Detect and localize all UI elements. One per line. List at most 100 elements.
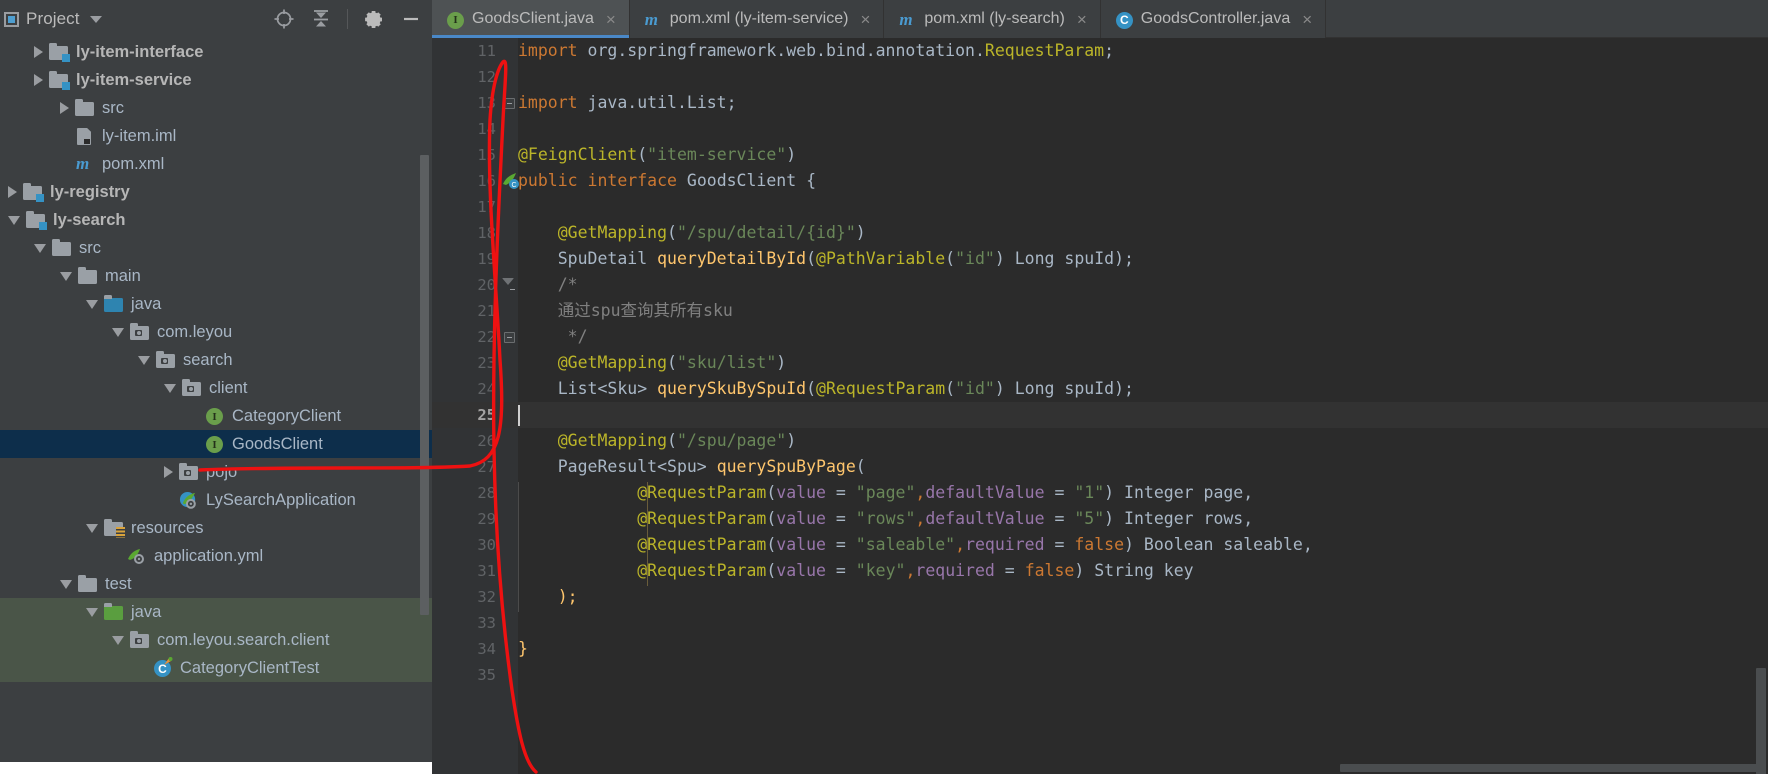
close-icon[interactable]: × xyxy=(606,11,616,28)
code-line-35[interactable]: 35 xyxy=(432,662,1768,688)
code-line-33[interactable]: 33 xyxy=(432,610,1768,636)
tree-item-ly-registry[interactable]: ly-registry xyxy=(0,178,432,206)
chevron-down-icon[interactable] xyxy=(138,355,150,365)
code-line-32[interactable]: 32 ); xyxy=(432,584,1768,610)
chevron-down-icon[interactable] xyxy=(86,299,98,309)
chevron-down-icon[interactable] xyxy=(112,635,124,645)
chevron-right-icon[interactable] xyxy=(8,186,17,198)
code-line-12[interactable]: 12 xyxy=(432,64,1768,90)
chevron-down-icon[interactable] xyxy=(164,383,176,393)
locate-crosshair-icon[interactable] xyxy=(273,8,295,30)
line-number: 31 xyxy=(477,562,496,580)
code-line-19[interactable]: 19 SpuDetail queryDetailById(@PathVariab… xyxy=(432,246,1768,272)
code-line-27[interactable]: 27 PageResult<Spu> querySpuByPage( xyxy=(432,454,1768,480)
chevron-right-icon[interactable] xyxy=(60,102,69,114)
chevron-down-icon[interactable] xyxy=(86,523,98,533)
chevron-down-icon[interactable] xyxy=(89,15,102,23)
editor-tab-pom-xml-ly-search-[interactable]: m pom.xml (ly-search) × xyxy=(884,0,1101,38)
code-line-13[interactable]: 13 import java.util.List; xyxy=(432,90,1768,116)
close-icon[interactable]: × xyxy=(860,11,870,28)
line-number: 21 xyxy=(477,302,496,320)
line-number: 35 xyxy=(477,666,496,684)
code-line-22[interactable]: 22 */ xyxy=(432,324,1768,350)
code-line-text: SpuDetail queryDetailById(@PathVariable(… xyxy=(518,249,1134,268)
code-line-21[interactable]: 21 通过spu查询其所有sku xyxy=(432,298,1768,324)
tree-item-test[interactable]: test xyxy=(0,570,432,598)
code-line-text: @GetMapping("/spu/page") xyxy=(518,431,797,450)
chevron-down-icon[interactable] xyxy=(8,215,20,225)
code-line-20[interactable]: 20 /* xyxy=(432,272,1768,298)
tree-item-ly-item-interface[interactable]: ly-item-interface xyxy=(0,38,432,66)
tree-item-src[interactable]: src xyxy=(0,234,432,262)
tree-item-lysearchapplication[interactable]: LySearchApplication xyxy=(0,486,432,514)
tree-item-src[interactable]: src xyxy=(0,94,432,122)
code-line-17[interactable]: 17 xyxy=(432,194,1768,220)
code-line-15[interactable]: 15 @FeignClient("item-service") xyxy=(432,142,1768,168)
code-line-24[interactable]: 24 List<Sku> querySkuBySpuId(@RequestPar… xyxy=(432,376,1768,402)
code-editor[interactable]: 11 import org.springframework.web.bind.an… xyxy=(432,38,1768,774)
editor-tab-bar[interactable]: I GoodsClient.java × m pom.xml (ly-item-serv… xyxy=(432,0,1768,38)
code-line-16[interactable]: 16 Cpublic interface GoodsClient { xyxy=(432,168,1768,194)
project-title-group[interactable]: Project xyxy=(4,9,102,29)
code-line-text: import org.springframework.web.bind.anno… xyxy=(518,41,1115,60)
tree-item-pom-xml[interactable]: m pom.xml xyxy=(0,150,432,178)
code-line-25[interactable]: 25 xyxy=(432,402,1768,428)
editor-tab-label: pom.xml (ly-item-service) xyxy=(669,10,849,27)
folder-package-icon xyxy=(129,322,151,342)
collapse-all-icon[interactable] xyxy=(310,8,332,30)
tree-item-ly-item-iml[interactable]: ly-item.iml xyxy=(0,122,432,150)
chevron-down-icon[interactable] xyxy=(112,327,124,337)
code-line-29[interactable]: 29 @RequestParam(value = "rows",defaultV… xyxy=(432,506,1768,532)
spring-boot-icon xyxy=(178,490,200,510)
tree-item-categoryclienttest[interactable]: C CategoryClientTest xyxy=(0,654,432,682)
gear-icon[interactable] xyxy=(363,8,385,30)
interface-icon: I xyxy=(445,10,464,29)
sidebar-scrollbar[interactable] xyxy=(420,155,429,615)
tree-item-ly-search[interactable]: ly-search xyxy=(0,206,432,234)
tree-item-java[interactable]: java xyxy=(0,598,432,626)
tree-item-categoryclient[interactable]: I CategoryClient xyxy=(0,402,432,430)
chevron-right-icon[interactable] xyxy=(34,46,43,58)
editor-vertical-scrollbar[interactable] xyxy=(1756,668,1766,774)
code-line-31[interactable]: 31 @RequestParam(value = "key",required … xyxy=(432,558,1768,584)
chevron-down-icon[interactable] xyxy=(86,607,98,617)
tree-item-search[interactable]: search xyxy=(0,346,432,374)
chevron-down-icon[interactable] xyxy=(60,271,72,281)
code-fold-icon[interactable] xyxy=(504,332,515,343)
chevron-right-icon[interactable] xyxy=(34,74,43,86)
tree-item-com-leyou[interactable]: com.leyou xyxy=(0,318,432,346)
project-tree[interactable]: ly-item-interface ly-item-service src ly-it… xyxy=(0,38,432,682)
yaml-spring-icon xyxy=(126,546,148,566)
tree-item-application-yml[interactable]: application.yml xyxy=(0,542,432,570)
chevron-down-icon[interactable] xyxy=(60,579,72,589)
code-line-34[interactable]: 34} xyxy=(432,636,1768,662)
tree-item-java[interactable]: java xyxy=(0,290,432,318)
code-line-26[interactable]: 26 @GetMapping("/spu/page") xyxy=(432,428,1768,454)
chevron-down-icon[interactable] xyxy=(34,243,46,253)
tree-item-client[interactable]: client xyxy=(0,374,432,402)
minimize-icon[interactable] xyxy=(400,8,422,30)
code-line-30[interactable]: 30 @RequestParam(value = "saleable",requ… xyxy=(432,532,1768,558)
close-icon[interactable]: × xyxy=(1302,11,1312,28)
editor-tab-goodsclient-java[interactable]: I GoodsClient.java × xyxy=(432,0,630,38)
code-fold-icon[interactable] xyxy=(504,98,515,109)
close-icon[interactable]: × xyxy=(1077,11,1087,28)
code-line-11[interactable]: 11 import org.springframework.web.bind.an… xyxy=(432,38,1768,64)
editor-tab-label: GoodsClient.java xyxy=(472,10,594,27)
tree-item-ly-item-service[interactable]: ly-item-service xyxy=(0,66,432,94)
tree-item-com-leyou-search-client[interactable]: com.leyou.search.client xyxy=(0,626,432,654)
editor-tab-goodscontroller-java[interactable]: C GoodsController.java × xyxy=(1101,0,1327,38)
tree-item-goodsclient[interactable]: I GoodsClient xyxy=(0,430,432,458)
code-line-28[interactable]: 28 @RequestParam(value = "page",defaultV… xyxy=(432,480,1768,506)
editor-tab-pom-xml-ly-item-service-[interactable]: m pom.xml (ly-item-service) × xyxy=(630,0,885,38)
tree-item-main[interactable]: main xyxy=(0,262,432,290)
tree-item-pojo[interactable]: pojo xyxy=(0,458,432,486)
code-fold-icon[interactable] xyxy=(502,278,515,290)
code-line-18[interactable]: 18 @GetMapping("/spu/detail/{id}") xyxy=(432,220,1768,246)
editor-horizontal-scrollbar[interactable] xyxy=(1340,764,1760,772)
chevron-right-icon[interactable] xyxy=(164,466,173,478)
code-line-23[interactable]: 23 @GetMapping("sku/list") xyxy=(432,350,1768,376)
code-content[interactable]: 11 import org.springframework.web.bind.an… xyxy=(432,38,1768,688)
code-line-14[interactable]: 14 xyxy=(432,116,1768,142)
tree-item-resources[interactable]: resources xyxy=(0,514,432,542)
